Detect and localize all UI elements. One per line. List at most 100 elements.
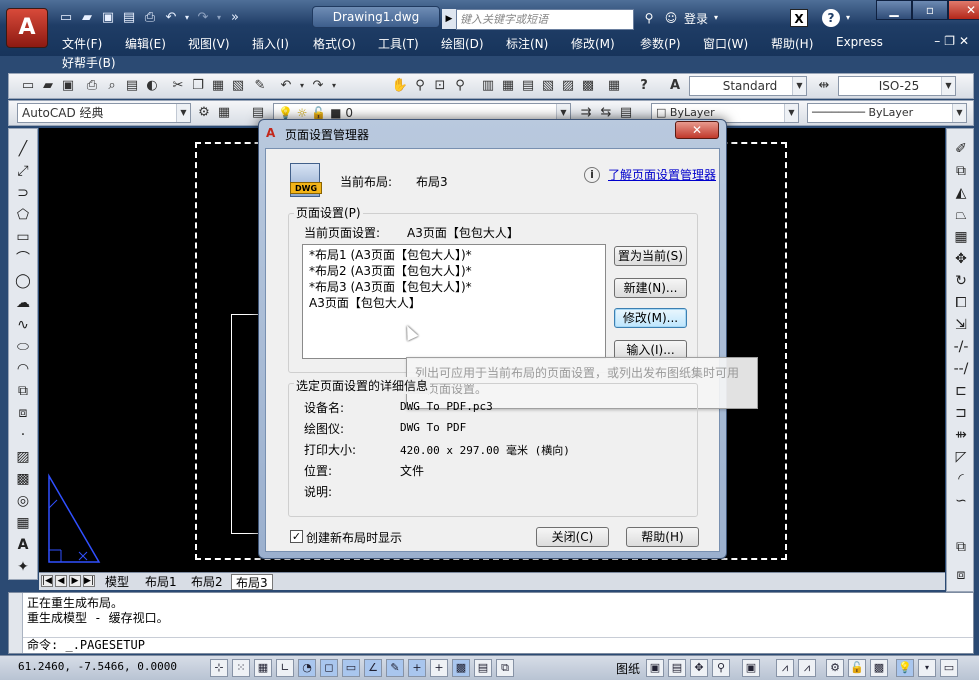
help-button[interactable]: ? xyxy=(822,9,841,27)
paste-special-icon[interactable]: ▧ xyxy=(229,77,247,95)
properties-icon[interactable]: ▥ xyxy=(479,77,497,95)
login-link[interactable]: 登录 xyxy=(684,10,708,27)
quick-view-drawings-icon[interactable]: ▤ xyxy=(668,659,686,677)
polygon-icon[interactable]: ⬠ xyxy=(13,205,33,225)
list-item[interactable]: A3页面【包包大人】 xyxy=(309,295,421,311)
command-input[interactable]: 命令: _.PAGESETUP xyxy=(23,637,973,653)
workspace-settings-icon[interactable]: ⚙ xyxy=(195,104,213,122)
help-button[interactable]: 帮助(H) xyxy=(626,527,699,547)
menu-modify[interactable]: 修改(M) xyxy=(571,35,615,52)
plot-icon[interactable]: ⎙ xyxy=(83,77,101,95)
grid-display-icon[interactable]: ▦ xyxy=(254,659,272,677)
document-tab[interactable]: Drawing1.dwg xyxy=(312,6,440,28)
menu-dimension[interactable]: 标注(N) xyxy=(506,35,548,52)
menu-window[interactable]: 窗口(W) xyxy=(703,35,748,52)
redo-icon[interactable]: ↷ xyxy=(194,9,212,27)
help-dropdown-icon[interactable]: ▾ xyxy=(844,9,852,27)
zoom-realtime-icon[interactable]: ⚲ xyxy=(411,77,429,95)
exchange-icon[interactable]: X xyxy=(790,9,809,27)
search-input[interactable]: 键入关键字或短语 xyxy=(456,9,634,30)
mirror-icon[interactable]: ◭ xyxy=(951,183,971,203)
next-tab-icon[interactable]: ▶ xyxy=(69,575,81,587)
prev-tab-icon[interactable]: ◀ xyxy=(55,575,67,587)
copy-object-icon[interactable]: ⧉ xyxy=(951,161,971,181)
polar-tracking-icon[interactable]: ◔ xyxy=(298,659,316,677)
rotate-icon[interactable]: ↻ xyxy=(951,271,971,291)
menu-format[interactable]: 格式(O) xyxy=(313,35,356,52)
undo-dropdown-icon[interactable]: ▾ xyxy=(183,9,191,27)
array-icon[interactable]: ▦ xyxy=(951,227,971,247)
maximize-viewport-icon[interactable]: ▣ xyxy=(742,659,760,677)
add-selected-icon[interactable]: ✦ xyxy=(13,557,33,577)
make-block-icon[interactable]: ⧈ xyxy=(13,403,33,423)
open-icon[interactable]: ▰ xyxy=(39,77,57,95)
scale-icon[interactable]: ⧠ xyxy=(951,293,971,313)
stretch-icon[interactable]: ⇲ xyxy=(951,315,971,335)
dim-style-icon[interactable]: ⇹ xyxy=(815,77,833,95)
annotation-scale-icon[interactable]: ⩘ xyxy=(776,659,794,677)
quick-properties-icon[interactable]: ▤ xyxy=(474,659,492,677)
set-current-button[interactable]: 置为当前(S) xyxy=(614,246,687,266)
tool-palettes-icon[interactable]: ▤ xyxy=(519,77,537,95)
menu-helper[interactable]: 好帮手(B) xyxy=(62,54,116,71)
dynamic-ucs-icon[interactable]: ✎ xyxy=(386,659,404,677)
explode-icon[interactable]: ⧉ xyxy=(951,537,971,557)
clean-screen-icon[interactable]: ▭ xyxy=(940,659,958,677)
help-icon[interactable]: ? xyxy=(635,77,653,95)
blend-curves-icon[interactable]: ∽ xyxy=(951,491,971,511)
annotation-visibility-icon[interactable]: ⩘ xyxy=(798,659,816,677)
tab-layout3[interactable]: 布局3 xyxy=(231,574,273,590)
infer-constraints-icon[interactable]: ⊹ xyxy=(210,659,228,677)
dialog-close-button[interactable]: ✕ xyxy=(675,121,719,139)
menu-tools[interactable]: 工具(T) xyxy=(378,35,419,52)
paste-icon[interactable]: ▦ xyxy=(209,77,227,95)
first-tab-icon[interactable]: |◀ xyxy=(41,575,53,587)
quickcalc-icon[interactable]: ▩ xyxy=(579,77,597,95)
minimize-button[interactable]: ▁ xyxy=(876,0,912,20)
table-icon[interactable]: ▦ xyxy=(13,513,33,533)
insert-block-icon[interactable]: ⧉ xyxy=(13,381,33,401)
quick-view-layouts-icon[interactable]: ▣ xyxy=(646,659,664,677)
construction-line-icon[interactable]: ⤢ xyxy=(13,161,33,181)
break-at-point-icon[interactable]: ⊏ xyxy=(951,381,971,401)
list-item[interactable]: *布局1 (A3页面【包包大人】)* xyxy=(309,247,472,263)
last-tab-icon[interactable]: ▶| xyxy=(83,575,95,587)
login-dropdown-icon[interactable]: ▾ xyxy=(712,9,720,27)
draw-order-icon[interactable]: ⧈ xyxy=(951,565,971,585)
3d-object-snap-icon[interactable]: ▭ xyxy=(342,659,360,677)
open-file-icon[interactable]: ▰ xyxy=(78,9,96,27)
menu-draw[interactable]: 绘图(D) xyxy=(441,35,484,52)
menu-express[interactable]: Express xyxy=(836,35,883,49)
zoom-previous-icon[interactable]: ⚲ xyxy=(451,77,469,95)
menu-edit[interactable]: 编辑(E) xyxy=(125,35,166,52)
ellipse-icon[interactable]: ⬭ xyxy=(13,337,33,357)
search-expand-icon[interactable]: ▶ xyxy=(442,9,456,29)
learn-more-link[interactable]: 了解页面设置管理器 xyxy=(608,166,716,183)
offset-icon[interactable]: ⏢ xyxy=(951,205,971,225)
zoom-window-icon[interactable]: ⊡ xyxy=(431,77,449,95)
ellipse-arc-icon[interactable]: ◠ xyxy=(13,359,33,379)
match-properties-icon[interactable]: ✎ xyxy=(251,77,269,95)
snap-mode-icon[interactable]: ⁙ xyxy=(232,659,250,677)
pan-status-icon[interactable]: ✥ xyxy=(690,659,708,677)
erase-icon[interactable]: ✐ xyxy=(951,139,971,159)
zoom-status-icon[interactable]: ⚲ xyxy=(712,659,730,677)
expand-toolbar-icon[interactable]: » xyxy=(226,9,244,27)
plot-preview-icon[interactable]: ⌕ xyxy=(103,77,121,95)
3d-dwf-icon[interactable]: ◐ xyxy=(143,77,161,95)
selection-cycling-icon[interactable]: ⧉ xyxy=(496,659,514,677)
copy-icon[interactable]: ❐ xyxy=(189,77,207,95)
linetype-select[interactable]: ──────── ByLayer ▼ xyxy=(807,103,967,123)
layer-icon[interactable]: ▦ xyxy=(215,104,233,122)
status-menu-icon[interactable]: ▾ xyxy=(918,659,936,677)
command-window-grip[interactable] xyxy=(9,593,23,653)
rectangle-icon[interactable]: ▭ xyxy=(13,227,33,247)
tab-layout2[interactable]: 布局2 xyxy=(187,574,227,590)
pan-icon[interactable]: ✋ xyxy=(391,77,409,95)
revision-cloud-icon[interactable]: ☁ xyxy=(13,293,33,313)
menu-insert[interactable]: 插入(I) xyxy=(252,35,289,52)
document-window-controls[interactable]: –❐✕ xyxy=(934,34,973,48)
toolbar-lock-icon[interactable]: 🔓 xyxy=(848,659,866,677)
multiline-text-icon[interactable]: A xyxy=(13,535,33,555)
fillet-icon[interactable]: ◜ xyxy=(951,469,971,489)
